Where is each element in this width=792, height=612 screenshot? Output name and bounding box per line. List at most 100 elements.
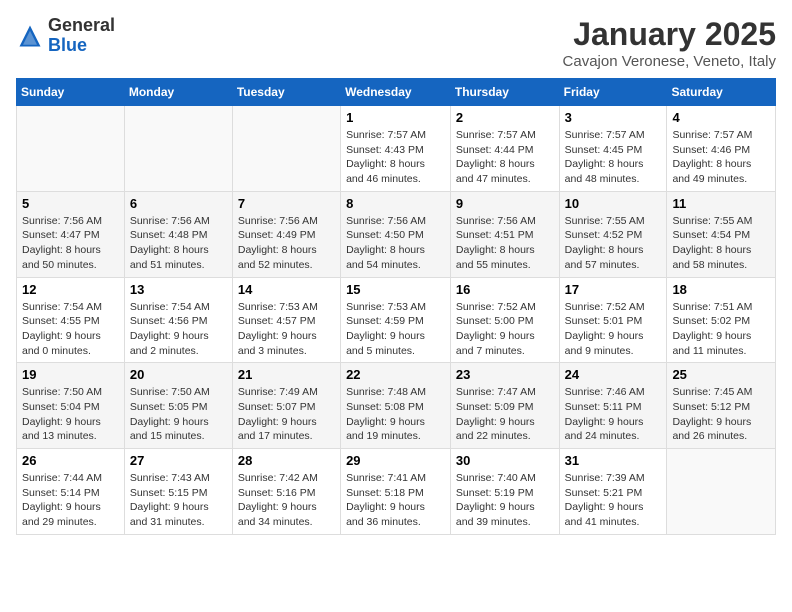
logo-general: General — [48, 15, 115, 35]
logo-text: General Blue — [48, 16, 115, 56]
calendar-week-row: 5 Sunrise: 7:56 AM Sunset: 4:47 PM Daylig… — [17, 191, 776, 277]
weekday-header: Saturday — [667, 79, 776, 106]
day-number: 2 — [456, 110, 554, 125]
day-number: 13 — [130, 282, 227, 297]
title-block: January 2025 Cavajon Veronese, Veneto, I… — [563, 16, 776, 70]
day-info: Sunrise: 7:56 AM Sunset: 4:50 PM Dayligh… — [346, 214, 445, 273]
day-info: Sunrise: 7:56 AM Sunset: 4:49 PM Dayligh… — [238, 214, 335, 273]
weekday-header: Thursday — [450, 79, 559, 106]
day-number: 9 — [456, 196, 554, 211]
calendar-cell: 4Sunrise: 7:57 AM Sunset: 4:46 PM Daylig… — [667, 106, 776, 192]
calendar-cell: 18 Sunrise: 7:51 AM Sunset: 5:02 PM Dayli… — [667, 277, 776, 363]
logo: General Blue — [16, 16, 115, 56]
day-number: 31 — [565, 453, 662, 468]
day-info: Sunrise: 7:56 AM Sunset: 4:48 PM Dayligh… — [130, 214, 227, 273]
day-number: 5 — [22, 196, 119, 211]
day-info: Sunrise: 7:44 AM Sunset: 5:14 PM Dayligh… — [22, 471, 119, 530]
day-number: 24 — [565, 367, 662, 382]
calendar-cell: 6 Sunrise: 7:56 AM Sunset: 4:48 PM Daylig… — [124, 191, 232, 277]
calendar-week-row: 1Sunrise: 7:57 AM Sunset: 4:43 PM Daylig… — [17, 106, 776, 192]
calendar-cell: 10 Sunrise: 7:55 AM Sunset: 4:52 PM Dayli… — [559, 191, 667, 277]
calendar-cell: 5 Sunrise: 7:56 AM Sunset: 4:47 PM Daylig… — [17, 191, 125, 277]
day-number: 20 — [130, 367, 227, 382]
day-info: Sunrise: 7:47 AM Sunset: 5:09 PM Dayligh… — [456, 385, 554, 444]
day-number: 16 — [456, 282, 554, 297]
page-header: General Blue January 2025 Cavajon Verone… — [16, 16, 776, 70]
calendar-week-row: 26Sunrise: 7:44 AM Sunset: 5:14 PM Dayli… — [17, 449, 776, 535]
weekday-header: Tuesday — [232, 79, 340, 106]
calendar-cell: 17 Sunrise: 7:52 AM Sunset: 5:01 PM Dayli… — [559, 277, 667, 363]
calendar-cell: 20 Sunrise: 7:50 AM Sunset: 5:05 PM Dayli… — [124, 363, 232, 449]
day-number: 7 — [238, 196, 335, 211]
location: Cavajon Veronese, Veneto, Italy — [563, 53, 776, 70]
calendar-body: 1Sunrise: 7:57 AM Sunset: 4:43 PM Daylig… — [17, 106, 776, 535]
day-info: Sunrise: 7:40 AM Sunset: 5:19 PM Dayligh… — [456, 471, 554, 530]
day-info: Sunrise: 7:57 AM Sunset: 4:45 PM Dayligh… — [565, 128, 662, 187]
day-info: Sunrise: 7:53 AM Sunset: 4:59 PM Dayligh… — [346, 300, 445, 359]
calendar-cell: 7 Sunrise: 7:56 AM Sunset: 4:49 PM Daylig… — [232, 191, 340, 277]
calendar-cell: 28 Sunrise: 7:42 AM Sunset: 5:16 PM Dayli… — [232, 449, 340, 535]
day-info: Sunrise: 7:42 AM Sunset: 5:16 PM Dayligh… — [238, 471, 335, 530]
day-number: 23 — [456, 367, 554, 382]
logo-blue: Blue — [48, 35, 87, 55]
day-number: 17 — [565, 282, 662, 297]
calendar-cell: 31Sunrise: 7:39 AM Sunset: 5:21 PM Dayli… — [559, 449, 667, 535]
calendar-cell — [667, 449, 776, 535]
day-number: 1 — [346, 110, 445, 125]
day-info: Sunrise: 7:49 AM Sunset: 5:07 PM Dayligh… — [238, 385, 335, 444]
day-info: Sunrise: 7:55 AM Sunset: 4:52 PM Dayligh… — [565, 214, 662, 273]
day-info: Sunrise: 7:48 AM Sunset: 5:08 PM Dayligh… — [346, 385, 445, 444]
day-number: 15 — [346, 282, 445, 297]
day-number: 30 — [456, 453, 554, 468]
day-info: Sunrise: 7:50 AM Sunset: 5:04 PM Dayligh… — [22, 385, 119, 444]
calendar-cell: 29Sunrise: 7:41 AM Sunset: 5:18 PM Dayli… — [341, 449, 451, 535]
day-number: 11 — [672, 196, 770, 211]
calendar-cell: 11 Sunrise: 7:55 AM Sunset: 4:54 PM Dayli… — [667, 191, 776, 277]
calendar-cell — [124, 106, 232, 192]
day-number: 3 — [565, 110, 662, 125]
calendar-cell — [17, 106, 125, 192]
weekday-header: Sunday — [17, 79, 125, 106]
calendar-week-row: 12Sunrise: 7:54 AM Sunset: 4:55 PM Dayli… — [17, 277, 776, 363]
calendar: SundayMondayTuesdayWednesdayThursdayFrid… — [16, 78, 776, 535]
weekday-header: Friday — [559, 79, 667, 106]
day-number: 28 — [238, 453, 335, 468]
day-number: 21 — [238, 367, 335, 382]
day-info: Sunrise: 7:46 AM Sunset: 5:11 PM Dayligh… — [565, 385, 662, 444]
calendar-week-row: 19Sunrise: 7:50 AM Sunset: 5:04 PM Dayli… — [17, 363, 776, 449]
day-number: 10 — [565, 196, 662, 211]
day-info: Sunrise: 7:55 AM Sunset: 4:54 PM Dayligh… — [672, 214, 770, 273]
weekday-header: Wednesday — [341, 79, 451, 106]
calendar-cell: 3 Sunrise: 7:57 AM Sunset: 4:45 PM Daylig… — [559, 106, 667, 192]
calendar-cell: 24 Sunrise: 7:46 AM Sunset: 5:11 PM Dayli… — [559, 363, 667, 449]
calendar-cell: 19Sunrise: 7:50 AM Sunset: 5:04 PM Dayli… — [17, 363, 125, 449]
day-number: 14 — [238, 282, 335, 297]
calendar-cell: 14Sunrise: 7:53 AM Sunset: 4:57 PM Dayli… — [232, 277, 340, 363]
day-number: 27 — [130, 453, 227, 468]
calendar-cell: 8 Sunrise: 7:56 AM Sunset: 4:50 PM Daylig… — [341, 191, 451, 277]
calendar-cell: 27Sunrise: 7:43 AM Sunset: 5:15 PM Dayli… — [124, 449, 232, 535]
calendar-cell: 16Sunrise: 7:52 AM Sunset: 5:00 PM Dayli… — [450, 277, 559, 363]
day-info: Sunrise: 7:54 AM Sunset: 4:55 PM Dayligh… — [22, 300, 119, 359]
day-number: 6 — [130, 196, 227, 211]
calendar-cell: 2 Sunrise: 7:57 AM Sunset: 4:44 PM Daylig… — [450, 106, 559, 192]
day-info: Sunrise: 7:56 AM Sunset: 4:51 PM Dayligh… — [456, 214, 554, 273]
day-number: 22 — [346, 367, 445, 382]
day-info: Sunrise: 7:57 AM Sunset: 4:46 PM Dayligh… — [672, 128, 770, 187]
day-number: 18 — [672, 282, 770, 297]
day-info: Sunrise: 7:56 AM Sunset: 4:47 PM Dayligh… — [22, 214, 119, 273]
day-info: Sunrise: 7:50 AM Sunset: 5:05 PM Dayligh… — [130, 385, 227, 444]
calendar-cell: 22 Sunrise: 7:48 AM Sunset: 5:08 PM Dayli… — [341, 363, 451, 449]
day-info: Sunrise: 7:51 AM Sunset: 5:02 PM Dayligh… — [672, 300, 770, 359]
day-info: Sunrise: 7:52 AM Sunset: 5:01 PM Dayligh… — [565, 300, 662, 359]
day-number: 29 — [346, 453, 445, 468]
calendar-cell: 9 Sunrise: 7:56 AM Sunset: 4:51 PM Daylig… — [450, 191, 559, 277]
calendar-header: SundayMondayTuesdayWednesdayThursdayFrid… — [17, 79, 776, 106]
logo-icon — [16, 22, 44, 50]
day-number: 8 — [346, 196, 445, 211]
day-number: 25 — [672, 367, 770, 382]
calendar-cell: 23 Sunrise: 7:47 AM Sunset: 5:09 PM Dayli… — [450, 363, 559, 449]
calendar-cell: 13Sunrise: 7:54 AM Sunset: 4:56 PM Dayli… — [124, 277, 232, 363]
calendar-cell: 21 Sunrise: 7:49 AM Sunset: 5:07 PM Dayli… — [232, 363, 340, 449]
day-info: Sunrise: 7:57 AM Sunset: 4:44 PM Dayligh… — [456, 128, 554, 187]
